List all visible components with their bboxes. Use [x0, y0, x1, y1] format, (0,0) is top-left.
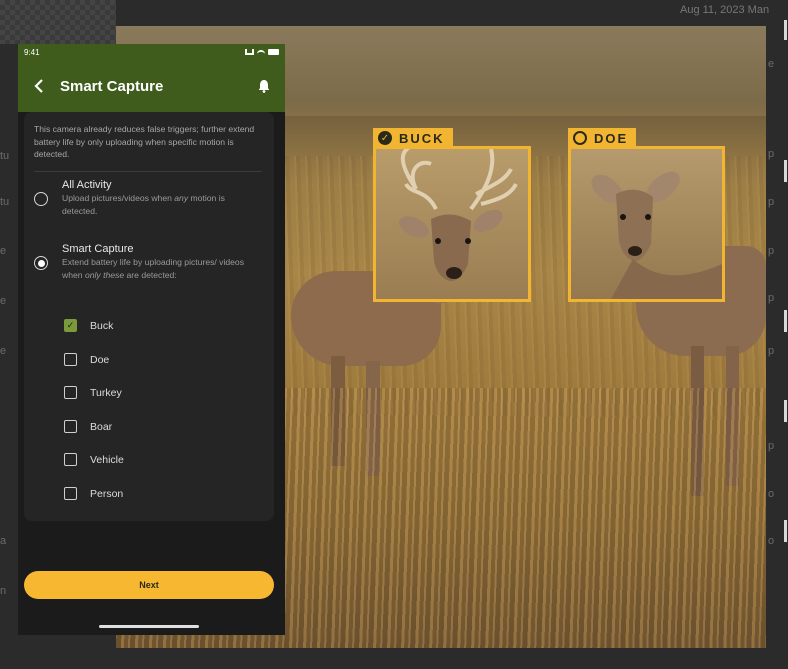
doe-detection-tag[interactable]: DOE	[568, 128, 637, 148]
divider	[34, 171, 262, 172]
buck-detection-box[interactable]	[373, 142, 531, 302]
settings-card: This camera already reduces false trigge…	[24, 112, 274, 521]
checkbox-icon[interactable]	[64, 386, 77, 399]
info-text: This camera already reduces false trigge…	[34, 124, 255, 159]
transparency-checker	[0, 0, 116, 44]
battery-icon	[268, 49, 279, 55]
background-fragment: p	[768, 245, 775, 257]
background-fragment: a	[0, 535, 7, 547]
next-button[interactable]: Next	[24, 571, 274, 599]
background-fragment: p	[768, 148, 775, 160]
radio-smart-capture[interactable]	[34, 256, 48, 270]
buck-tag-label: BUCK	[399, 130, 445, 146]
frame-mark	[784, 400, 787, 422]
checkbox-label: Turkey	[90, 386, 122, 399]
frame-mark	[784, 520, 787, 542]
checkbox-label: Vehicle	[90, 453, 124, 466]
check-circle-icon: ✓	[378, 131, 392, 145]
buck-detection-tag[interactable]: ✓ BUCK	[373, 128, 453, 148]
background-fragment: n	[0, 585, 7, 597]
option-description: Upload pictures/videos when any motion i…	[62, 193, 225, 216]
doe-detection-box[interactable]	[568, 146, 725, 302]
status-bar: 9:41	[18, 44, 285, 60]
background-fragment: o	[768, 535, 775, 547]
checkbox-row-buck[interactable]: ✓ Buck	[64, 319, 113, 332]
frame-mark	[784, 160, 787, 182]
background-fragment: p	[768, 440, 775, 452]
option-all-activity[interactable]: All Activity Upload pictures/videos when…	[34, 178, 269, 218]
background-date-header: Aug 11, 2023 Man	[680, 4, 770, 16]
checkbox-label: Person	[90, 487, 124, 500]
background-fragment: p	[768, 345, 775, 357]
phone-screen: 9:41 Smart Capture This camera already r…	[18, 44, 285, 635]
checkbox-label: Doe	[90, 353, 110, 366]
radio-all-activity[interactable]	[34, 192, 48, 206]
bell-icon[interactable]	[255, 77, 273, 95]
doe-tag-label: DOE	[594, 130, 629, 146]
buck-head-illustration	[399, 142, 518, 281]
checkbox-checked-icon[interactable]: ✓	[64, 319, 77, 332]
empty-circle-icon	[573, 131, 587, 145]
checkbox-row-boar[interactable]: Boar	[64, 420, 112, 433]
status-icons	[245, 49, 279, 55]
screen: Aug 11, 2023 Man tu tu e e e a n e p p p…	[0, 0, 788, 669]
status-time: 9:41	[24, 47, 40, 57]
frame-mark	[784, 20, 787, 40]
option-description: Extend battery life by uploading picture…	[62, 257, 245, 280]
checkbox-icon[interactable]	[64, 453, 77, 466]
checkbox-icon[interactable]	[64, 353, 77, 366]
checkbox-row-person[interactable]: Person	[64, 487, 123, 500]
page-title: Smart Capture	[60, 77, 164, 95]
option-title: Smart Capture	[62, 243, 134, 255]
option-smart-capture[interactable]: Smart Capture Extend battery life by upl…	[34, 242, 269, 282]
background-fragment: e	[0, 345, 7, 357]
signal-icon	[245, 49, 254, 55]
wifi-icon	[257, 49, 265, 55]
checkbox-icon[interactable]	[64, 487, 77, 500]
back-arrow-icon[interactable]	[28, 75, 50, 97]
checkbox-row-vehicle[interactable]: Vehicle	[64, 453, 124, 466]
background-fragment: tu	[0, 196, 10, 208]
frame-mark	[784, 310, 787, 332]
home-indicator	[99, 625, 199, 628]
checkbox-row-turkey[interactable]: Turkey	[64, 386, 122, 399]
option-title: All Activity	[62, 179, 112, 191]
app-bar: Smart Capture	[18, 60, 285, 112]
checkbox-row-doe[interactable]: Doe	[64, 353, 109, 366]
background-fragment: tu	[0, 150, 10, 162]
background-fragment: p	[768, 196, 775, 208]
background-fragment: e	[0, 295, 7, 307]
background-fragment: e	[768, 58, 775, 70]
background-fragment: o	[768, 488, 775, 500]
checkbox-label: Buck	[90, 319, 114, 332]
checkbox-icon[interactable]	[64, 420, 77, 433]
background-fragment: p	[768, 292, 775, 304]
doe-head-illustration	[591, 171, 722, 299]
checkbox-label: Boar	[90, 420, 113, 433]
background-fragment: e	[0, 245, 7, 257]
